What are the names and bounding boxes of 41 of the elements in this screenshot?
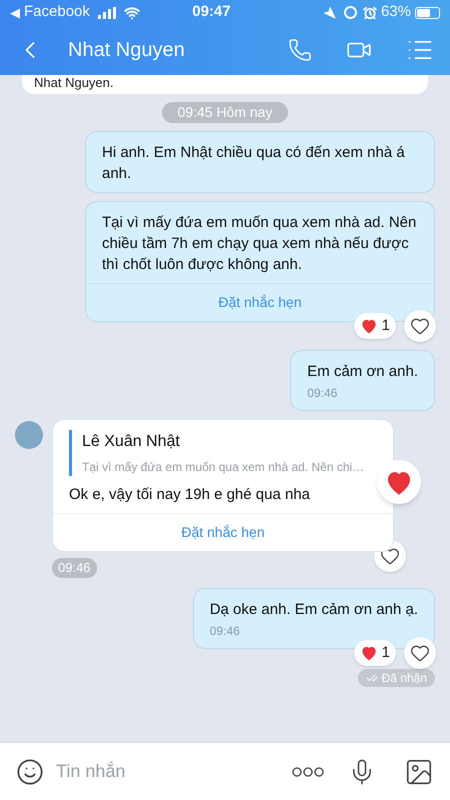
double-check-icon <box>366 672 378 684</box>
chat-title: Nhat Nguyen <box>68 38 186 63</box>
heart-reaction-button[interactable] <box>377 460 421 504</box>
card-text: Nhat Nguyen. <box>34 75 114 90</box>
reaction-count: 1 <box>382 642 390 663</box>
sticker-icon[interactable] <box>16 758 44 786</box>
message-input[interactable]: Tin nhắn <box>56 758 292 785</box>
date-separator: 09:45 Hôm nay <box>162 102 288 123</box>
message-time: 09:46 <box>52 558 97 578</box>
back-to-app-link[interactable]: ◀ <box>10 2 20 22</box>
like-button[interactable] <box>404 310 436 342</box>
message-text: Hi anh. Em Nhật chiều qua có đến xem nhà á anh. <box>102 143 406 184</box>
message-text: Ok e, vậy tối nay 19h e ghé qua nha <box>69 485 312 505</box>
alarm-icon <box>362 6 377 20</box>
signal-icon <box>98 6 118 18</box>
heart-outline-icon <box>410 643 430 663</box>
wifi-icon <box>124 4 140 20</box>
heart-icon <box>360 318 378 334</box>
status-time: 09:47 <box>191 2 232 22</box>
message-text: Dạ oke anh. Em cảm ơn anh ạ. <box>210 600 418 620</box>
battery-percent: 63% <box>380 2 411 22</box>
quote-author: Lê Xuân Nhật <box>82 432 181 452</box>
message-time: 09:46 <box>210 623 241 640</box>
more-options-icon[interactable] <box>292 766 324 776</box>
like-button[interactable] <box>404 637 436 669</box>
status-app-name: Facebook <box>24 2 90 22</box>
quote-text: Tại vì mấy đứa em muốn qua xem nhà ad. Nên chi… <box>82 459 366 476</box>
reaction-pill[interactable]: 1 <box>354 640 396 666</box>
heart-icon <box>360 645 378 661</box>
heart-outline-icon <box>380 546 400 566</box>
battery-icon <box>415 6 440 18</box>
location-icon <box>322 6 336 19</box>
message-time: 09:46 <box>307 385 338 402</box>
message-text: Em cảm ơn anh. <box>307 362 418 382</box>
phone-icon[interactable] <box>288 38 312 62</box>
message-text: Tại vì mấy đứa em muốn qua xem nhà ad. Nên chiều tầm 7h em chạy qua xem nhà nếu được thì chốt luôn được không anh. <box>102 213 418 275</box>
delivery-status-text: Đã nhận <box>382 670 427 687</box>
quoted-message[interactable]: Lê Xuân Nhật Tại vì mấy đứa em muốn qua xem nhà ad. Nên chi… <box>69 430 377 476</box>
heart-outline-icon <box>410 316 430 336</box>
reaction-pill[interactable]: 1 <box>354 312 396 340</box>
reaction-count: 1 <box>382 316 390 336</box>
